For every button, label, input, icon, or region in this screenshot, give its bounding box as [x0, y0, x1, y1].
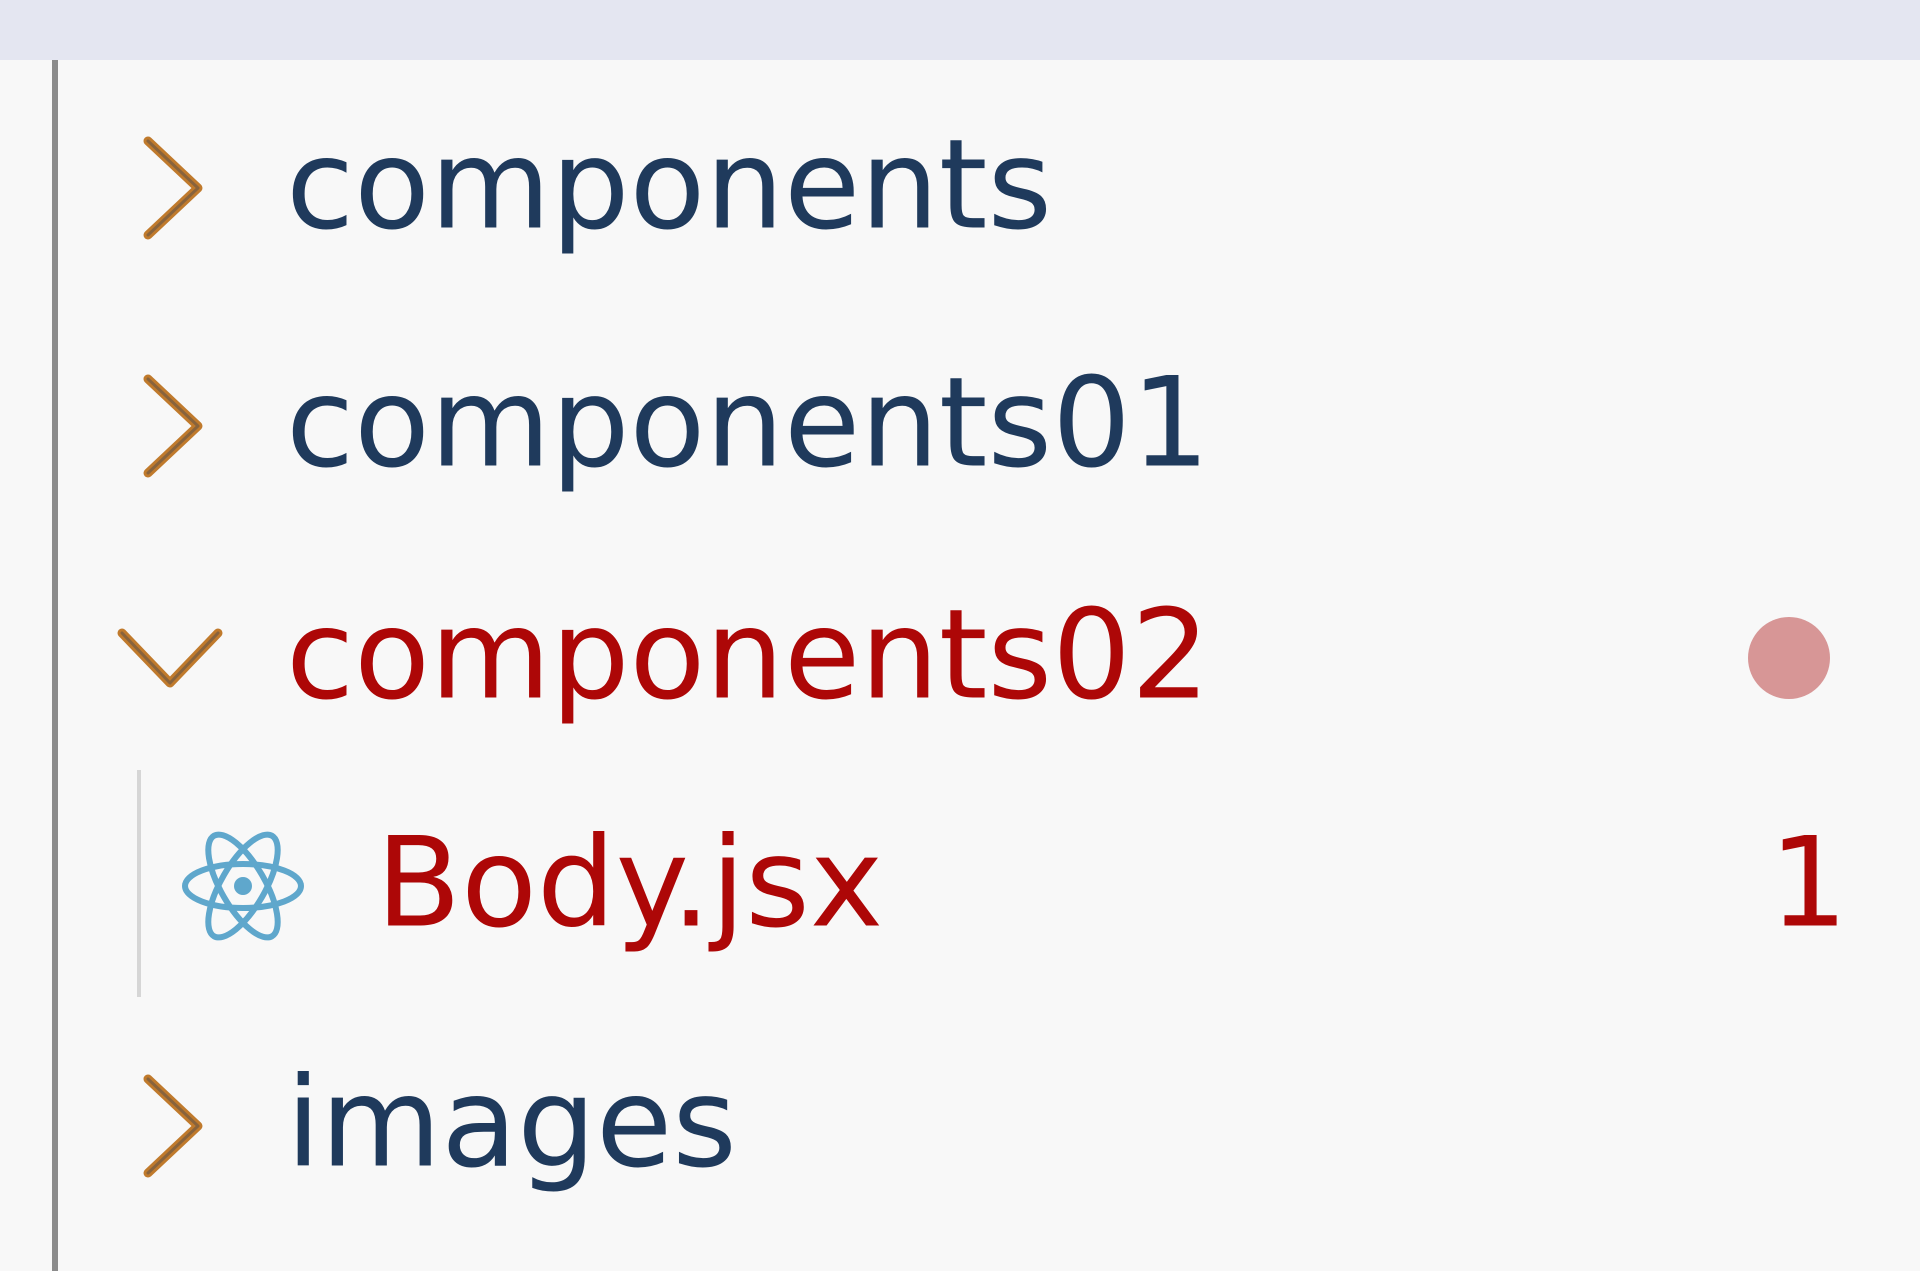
- react-icon: [182, 831, 304, 941]
- file-label: Body.jsx: [376, 811, 884, 956]
- file-explorer: components components01 components02 Bod…: [0, 0, 1920, 1271]
- folder-label: images: [286, 1051, 737, 1196]
- error-dot-icon: [1748, 617, 1830, 699]
- folder-images[interactable]: images: [0, 1010, 1920, 1242]
- folder-label: components01: [286, 351, 1210, 496]
- problem-count-badge: 1: [1769, 811, 1848, 956]
- panel-header-strip: [0, 0, 1920, 60]
- folder-components02[interactable]: components02: [0, 542, 1920, 774]
- chevron-down-icon[interactable]: [114, 623, 226, 693]
- chevron-right-icon[interactable]: [140, 371, 210, 481]
- file-body-jsx[interactable]: Body.jsx 1: [0, 770, 1920, 1002]
- folder-label: components02: [286, 583, 1210, 728]
- chevron-right-icon[interactable]: [140, 1071, 210, 1181]
- chevron-right-icon[interactable]: [140, 133, 210, 243]
- folder-components[interactable]: components: [0, 72, 1920, 304]
- folder-label: components: [286, 113, 1053, 258]
- folder-components01[interactable]: components01: [0, 310, 1920, 542]
